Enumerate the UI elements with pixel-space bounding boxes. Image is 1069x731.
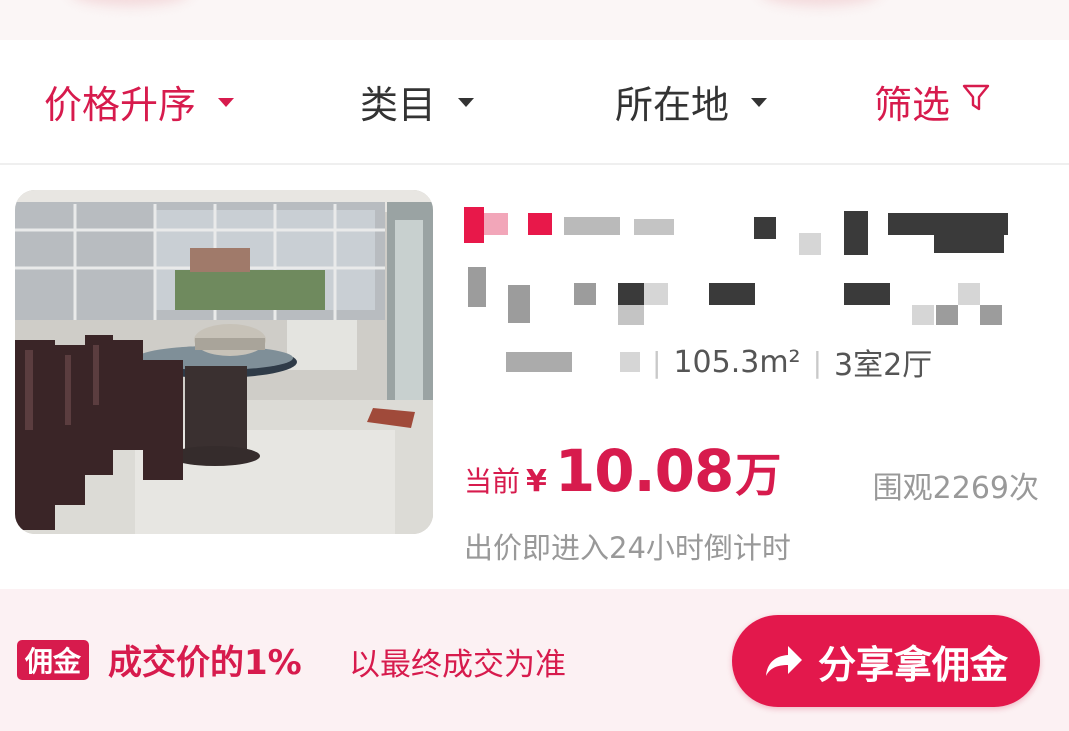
area-value: 105.3m² xyxy=(673,344,801,380)
share-arrow-icon xyxy=(764,644,804,678)
banner-decoration xyxy=(760,0,880,6)
caret-down-icon xyxy=(218,98,235,107)
location-dropdown[interactable]: 所在地 xyxy=(615,40,768,163)
caret-down-icon xyxy=(458,98,475,107)
category-dropdown[interactable]: 类目 xyxy=(360,40,475,163)
listing-title-line-2 xyxy=(464,265,1034,325)
price-currency: ¥ xyxy=(526,464,547,499)
location-label: 所在地 xyxy=(615,83,730,127)
meta-separator: | xyxy=(812,345,823,379)
commission-tag: 佣金 xyxy=(17,640,90,680)
listing-meta: | 105.3m² | 3室2厅 xyxy=(464,337,932,387)
layout-value: 3室2厅 xyxy=(834,348,933,383)
listing-photo[interactable] xyxy=(15,190,433,534)
price-value: 10.08 xyxy=(554,437,734,505)
listing-title-line-1 xyxy=(464,203,1034,259)
listing-card[interactable]: | 105.3m² | 3室2厅 当前 ¥ 10.08 万 围观2269次 出价… xyxy=(0,165,1069,589)
sort-label: 价格升序 xyxy=(44,83,197,127)
commission-note: 以最终成交为准 xyxy=(349,647,566,683)
filter-button[interactable]: 筛选 xyxy=(874,40,990,163)
share-for-commission-button[interactable]: 分享拿佣金 xyxy=(732,615,1040,707)
category-label: 类目 xyxy=(360,83,437,127)
price-prefix: 当前 xyxy=(464,465,521,498)
countdown-note: 出价即进入24小时倒计时 xyxy=(464,531,791,565)
filter-bar: 价格升序 类目 所在地 筛选 xyxy=(0,40,1069,165)
price-unit: 万 xyxy=(735,448,782,502)
filter-label: 筛选 xyxy=(874,83,951,127)
commission-bar: 佣金 成交价的1% 以最终成交为准 分享拿佣金 xyxy=(0,589,1069,731)
caret-down-icon xyxy=(751,98,768,107)
share-button-label: 分享拿佣金 xyxy=(817,642,1008,687)
view-count: 围观2269次 xyxy=(872,471,1039,506)
top-banner-strip xyxy=(0,0,1069,40)
meta-separator: | xyxy=(652,345,662,379)
commission-rate: 成交价的1% xyxy=(108,643,302,683)
redacted-text xyxy=(506,352,572,372)
current-price: 当前 ¥ 10.08 万 xyxy=(464,437,781,507)
sort-price-ascending-dropdown[interactable]: 价格升序 xyxy=(44,40,235,163)
banner-decoration xyxy=(70,0,190,6)
funnel-icon xyxy=(962,83,990,121)
redacted-text xyxy=(620,352,640,372)
